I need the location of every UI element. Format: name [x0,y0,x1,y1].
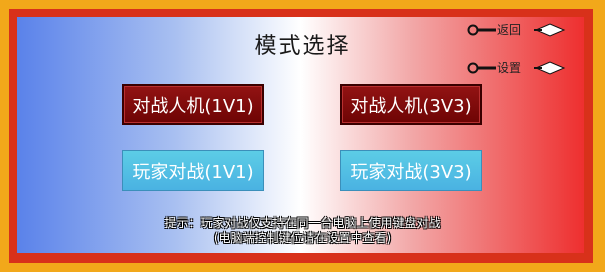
hint-line-2: (电脑端控制键位请在设置中查看) [213,231,392,245]
pvp-1v1-button[interactable]: 玩家对战(1V1) [122,150,264,191]
pve-3v3-button[interactable]: 对战人机(3V3) [340,84,482,125]
back-label: 返回 [497,23,522,37]
pve-1v1-button[interactable]: 对战人机(1V1) [122,84,264,125]
pvp-3v3-button[interactable]: 玩家对战(3V3) [340,150,482,191]
back-button[interactable]: 返回 [466,21,566,39]
settings-label: 设置 [497,61,522,75]
settings-button[interactable]: 设置 [466,59,566,77]
